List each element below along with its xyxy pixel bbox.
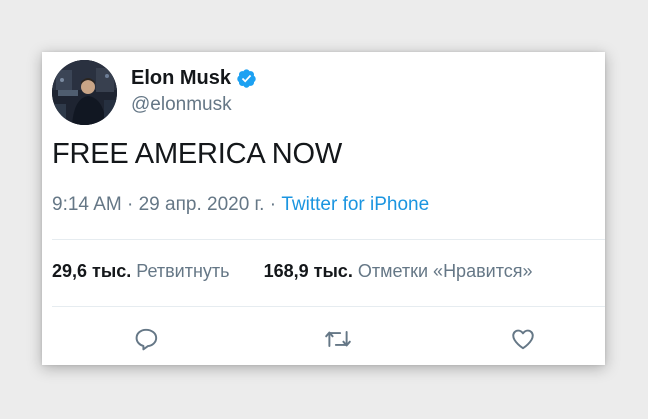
likes-stat[interactable]: 168,9 тыс. Отметки «Нравится» bbox=[264, 261, 533, 281]
tweet-text: FREE AMERICA NOW bbox=[52, 138, 343, 170]
divider bbox=[52, 306, 605, 307]
retweet-icon bbox=[325, 331, 351, 347]
tweet-time[interactable]: 9:14 AM bbox=[52, 194, 122, 215]
like-icon bbox=[512, 329, 534, 350]
tweet-meta: 9:14 AM · 29 апр. 2020 г. · Twitter for … bbox=[52, 194, 429, 216]
reply-button[interactable] bbox=[131, 324, 161, 354]
verified-badge-icon bbox=[236, 68, 257, 89]
avatar[interactable] bbox=[52, 60, 117, 125]
tweet-date[interactable]: 29 апр. 2020 г. bbox=[139, 194, 265, 215]
like-button[interactable] bbox=[508, 324, 538, 354]
author-handle[interactable]: @elonmusk bbox=[131, 94, 232, 116]
likes-label: Отметки «Нравится» bbox=[357, 261, 533, 281]
divider bbox=[52, 239, 605, 240]
tweet-source-link[interactable]: Twitter for iPhone bbox=[281, 194, 429, 215]
tweet-stats: 29,6 тыс. Ретвитнуть 168,9 тыс. Отметки … bbox=[52, 261, 533, 282]
tweet-card: Elon Musk @elonmusk FREE AMERICA NOW 9:1… bbox=[42, 52, 605, 365]
likes-count: 168,9 тыс. bbox=[263, 261, 353, 281]
meta-separator: · bbox=[269, 194, 277, 215]
reply-icon bbox=[135, 328, 158, 351]
retweets-count: 29,6 тыс. bbox=[52, 261, 132, 281]
author-name-row[interactable]: Elon Musk bbox=[131, 67, 257, 90]
retweet-button[interactable] bbox=[323, 324, 353, 354]
avatar-image bbox=[52, 60, 117, 125]
retweets-stat[interactable]: 29,6 тыс. Ретвитнуть bbox=[52, 261, 230, 281]
retweets-label: Ретвитнуть bbox=[136, 261, 230, 281]
author-name[interactable]: Elon Musk bbox=[131, 67, 231, 90]
meta-separator: · bbox=[127, 194, 134, 215]
